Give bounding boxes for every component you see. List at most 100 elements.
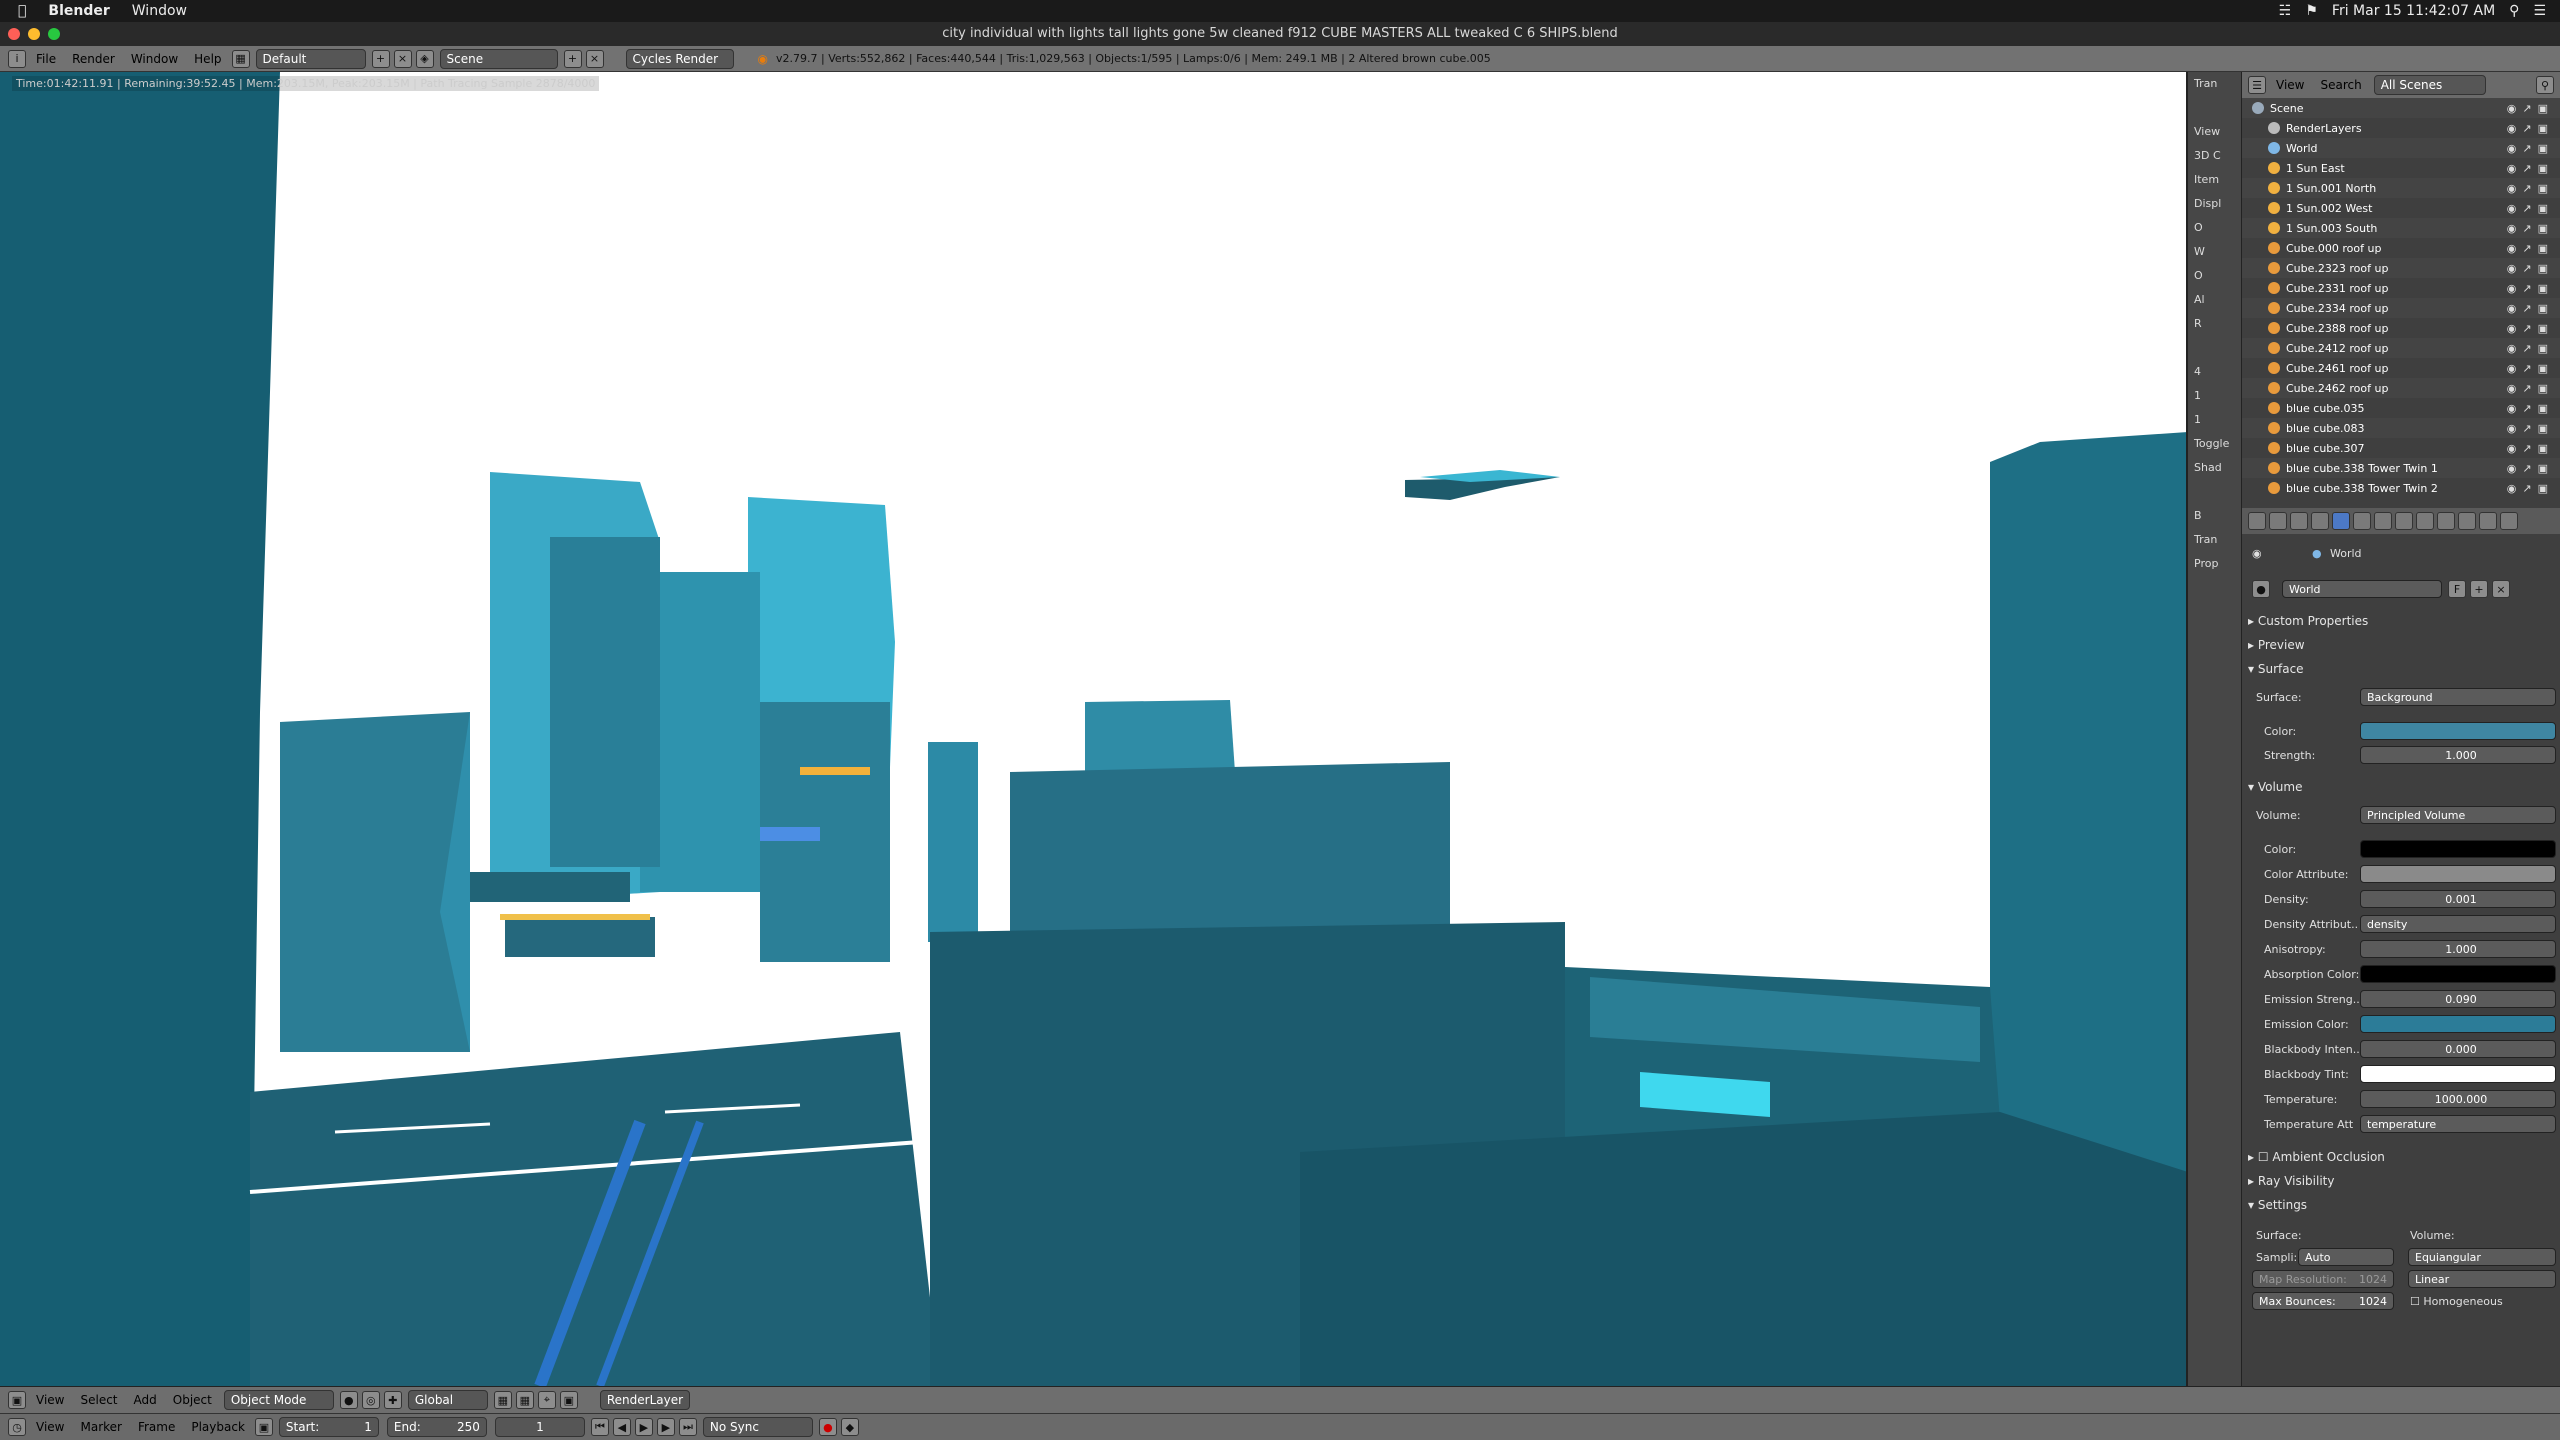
fake-user-button[interactable]: F: [2448, 580, 2466, 598]
end-frame-field[interactable]: End: 250: [386, 1417, 487, 1437]
outliner-editor-icon[interactable]: ☰: [2248, 76, 2266, 94]
pivot-icon[interactable]: ◎: [361, 1391, 380, 1409]
world-name-field[interactable]: World: [2282, 580, 2442, 598]
remove-layout-icon[interactable]: ×: [393, 49, 412, 68]
visibility-icon[interactable]: ◉↗▣: [2507, 482, 2554, 495]
outliner-item[interactable]: blue cube.338 Tower Twin 1 ◉↗▣: [2242, 458, 2560, 478]
pin-icon[interactable]: ◉: [2252, 547, 2262, 560]
modifiers-tab-icon[interactable]: [2395, 512, 2413, 530]
section-preview[interactable]: ▸ Preview: [2248, 638, 2305, 652]
outliner-item[interactable]: 1 Sun.001 North ◉↗▣: [2242, 178, 2560, 198]
outliner-search-icon[interactable]: ⚲: [2536, 76, 2554, 94]
visibility-icon[interactable]: ◉↗▣: [2507, 362, 2554, 375]
new-world-icon[interactable]: +: [2470, 580, 2488, 598]
scene-icon[interactable]: ◈: [415, 49, 434, 68]
material-tab-icon[interactable]: [2437, 512, 2455, 530]
prev-key-icon[interactable]: ◀: [612, 1418, 631, 1436]
record-icon[interactable]: ●: [818, 1418, 837, 1436]
outliner-item[interactable]: Cube.2331 roof up ◉↗▣: [2242, 278, 2560, 298]
tl-menu-frame[interactable]: Frame: [130, 1417, 183, 1437]
layout-icon[interactable]: ▦: [231, 49, 250, 68]
flag-icon[interactable]: ⚑: [2305, 3, 2318, 19]
volume-field-value[interactable]: [2360, 1065, 2556, 1083]
outliner-item[interactable]: blue cube.035 ◉↗▣: [2242, 398, 2560, 418]
apple-icon[interactable]: : [18, 3, 26, 19]
tool-tab-13[interactable]: 1: [2188, 384, 2241, 408]
editor-type-icon[interactable]: i: [8, 49, 26, 68]
sync-select[interactable]: No Sync: [702, 1417, 813, 1437]
preview-range-icon[interactable]: ▣: [254, 1418, 273, 1436]
volume-field-value[interactable]: [2360, 840, 2556, 858]
tl-menu-view[interactable]: View: [28, 1417, 72, 1437]
surface-shader-select[interactable]: Background: [2360, 688, 2556, 706]
visibility-icon[interactable]: ◉↗▣: [2507, 382, 2554, 395]
tool-tab-1[interactable]: [2188, 96, 2241, 120]
close-button[interactable]: [8, 28, 20, 40]
visibility-icon[interactable]: ◉↗▣: [2507, 322, 2554, 335]
volume-field-value[interactable]: 0.090: [2360, 990, 2556, 1008]
tool-tab-7[interactable]: W: [2188, 240, 2241, 264]
outliner-item[interactable]: Cube.2323 roof up ◉↗▣: [2242, 258, 2560, 278]
menu-window[interactable]: Window: [123, 49, 186, 69]
tool-tab-15[interactable]: Toggle: [2188, 432, 2241, 456]
section-custom[interactable]: ▸ Custom Properties: [2248, 614, 2368, 628]
add-layout-icon[interactable]: +: [371, 49, 390, 68]
tool-tab-14[interactable]: 1: [2188, 408, 2241, 432]
surface-strength-field[interactable]: 1.000: [2360, 746, 2556, 764]
tool-tab-19[interactable]: Tran: [2188, 528, 2241, 552]
layout-field[interactable]: Default: [255, 48, 366, 69]
visibility-icon[interactable]: ◉↗▣: [2507, 342, 2554, 355]
snap-icon[interactable]: ⌖: [537, 1391, 556, 1409]
visibility-icon[interactable]: ◉↗▣: [2507, 202, 2554, 215]
current-frame-field[interactable]: 1: [494, 1417, 585, 1437]
outliner-item[interactable]: Cube.2462 roof up ◉↗▣: [2242, 378, 2560, 398]
tl-menu-playback[interactable]: Playback: [183, 1417, 253, 1437]
outliner-item[interactable]: 1 Sun East ◉↗▣: [2242, 158, 2560, 178]
volume-field-value[interactable]: [2360, 865, 2556, 883]
minimize-button[interactable]: [28, 28, 40, 40]
visibility-icon[interactable]: ◉↗▣: [2507, 282, 2554, 295]
map-resolution-field[interactable]: Map Resolution: 1024: [2252, 1270, 2394, 1288]
outliner-menu-view[interactable]: View: [2268, 75, 2312, 95]
tool-tab-4[interactable]: Item: [2188, 168, 2241, 192]
jump-end-icon[interactable]: ⏭: [678, 1418, 697, 1436]
add-scene-icon[interactable]: +: [563, 49, 582, 68]
manipulator-icon[interactable]: ✚: [383, 1391, 402, 1409]
zoom-button[interactable]: [48, 28, 60, 40]
tool-tab-16[interactable]: Shad: [2188, 456, 2241, 480]
render-preview-icon[interactable]: ▣: [559, 1391, 578, 1409]
tool-tab-8[interactable]: O: [2188, 264, 2241, 288]
volume-field-value[interactable]: 1.000: [2360, 940, 2556, 958]
section-ao[interactable]: ▸ ☐ Ambient Occlusion: [2248, 1150, 2385, 1164]
outliner-item[interactable]: Cube.000 roof up ◉↗▣: [2242, 238, 2560, 258]
visibility-icon[interactable]: ◉↗▣: [2507, 262, 2554, 275]
tool-tab-10[interactable]: R: [2188, 312, 2241, 336]
view3d-editor-icon[interactable]: ▣: [8, 1391, 26, 1409]
menu-help[interactable]: Help: [186, 49, 229, 69]
tool-tab-12[interactable]: 4: [2188, 360, 2241, 384]
menu-file[interactable]: File: [28, 49, 64, 69]
render-layer-field[interactable]: RenderLayer: [599, 1390, 690, 1410]
visibility-icon[interactable]: ◉↗▣: [2507, 162, 2554, 175]
visibility-icon[interactable]: ◉↗▣: [2507, 402, 2554, 415]
tool-tab-6[interactable]: O: [2188, 216, 2241, 240]
search-icon[interactable]: ⚲: [2509, 3, 2519, 19]
menu-object[interactable]: Object: [165, 1390, 220, 1410]
tool-tab-2[interactable]: View: [2188, 120, 2241, 144]
wifi-icon[interactable]: ☵: [2279, 3, 2292, 19]
visibility-icon[interactable]: ◉↗▣: [2507, 422, 2554, 435]
section-ray[interactable]: ▸ Ray Visibility: [2248, 1174, 2334, 1188]
layers-tab-icon[interactable]: [2290, 512, 2308, 530]
tool-tab-9[interactable]: Al: [2188, 288, 2241, 312]
section-settings[interactable]: ▾ Settings: [2248, 1198, 2307, 1212]
tool-tab-0[interactable]: Tran: [2188, 72, 2241, 96]
volume-field-value[interactable]: 1000.000: [2360, 1090, 2556, 1108]
shading-icon[interactable]: ●: [339, 1391, 358, 1409]
world-tab-icon[interactable]: [2332, 512, 2350, 530]
visibility-icon[interactable]: ◉↗▣: [2507, 302, 2554, 315]
visibility-icon[interactable]: ◉↗▣: [2507, 242, 2554, 255]
outliner-item[interactable]: Cube.2461 roof up ◉↗▣: [2242, 358, 2560, 378]
visibility-icon[interactable]: ◉↗▣: [2507, 182, 2554, 195]
interpolation-select[interactable]: Linear: [2408, 1270, 2556, 1288]
world-browse-icon[interactable]: ●: [2252, 580, 2270, 598]
